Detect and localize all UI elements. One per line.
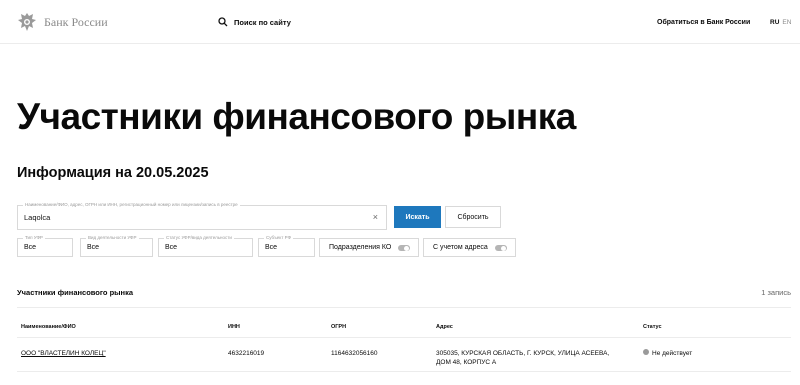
column-header-inn: ИНН <box>228 324 240 330</box>
contact-bank-link[interactable]: Обратиться в Банк России <box>657 19 750 26</box>
column-header-ogrn: ОГРН <box>331 324 347 330</box>
row-address-line2: ДОМ 48, КОРПУС А <box>436 359 497 366</box>
double-headed-eagle-icon <box>18 13 36 31</box>
filter-status-select[interactable]: Статус УФР/вида деятельности Все <box>158 235 253 257</box>
toggle-branches-label: Подразделения КО <box>329 244 392 251</box>
filter-status-value: Все <box>165 244 178 251</box>
search-button[interactable]: Искать <box>394 206 441 228</box>
filter-activity-value: Все <box>87 244 100 251</box>
site-search-label: Поиск по сайту <box>234 17 291 27</box>
site-header: Банк России Поиск по сайту Обратиться в … <box>0 0 800 44</box>
divider <box>17 371 791 372</box>
toggle-branches-switch[interactable] <box>398 245 410 251</box>
filter-region-value: Все <box>265 244 278 251</box>
divider <box>17 337 791 338</box>
row-ogrn: 1164632056160 <box>331 350 378 357</box>
info-date: Информация на 20.05.2025 <box>17 165 209 181</box>
column-header-status: Статус <box>643 324 662 330</box>
filter-region-select[interactable]: Субъект РФ Все <box>258 235 315 257</box>
divider <box>17 307 791 308</box>
toggle-branches[interactable]: Подразделения КО <box>319 238 419 257</box>
filter-activity-label: Вид деятельности УФР <box>86 235 139 240</box>
status-inactive-icon <box>643 349 649 356</box>
row-inn: 4632216019 <box>228 350 265 357</box>
row-address: 305035, КУРСКАЯ ОБЛАСТЬ, Г. КУРСК, УЛИЦА… <box>436 349 609 367</box>
lang-ru[interactable]: RU <box>770 19 779 26</box>
row-status-label: Не действует <box>652 350 693 357</box>
filter-activity-select[interactable]: Вид деятельности УФР Все <box>80 235 153 257</box>
search-icon <box>218 17 228 27</box>
results-section-title: Участники финансового рынка <box>17 288 134 297</box>
column-header-address: Адрес <box>436 324 453 330</box>
row-name-link[interactable]: ООО "ВЛАСТЕЛИН КОЛЕЦ" <box>21 349 106 358</box>
row-address-line1: 305035, КУРСКАЯ ОБЛАСТЬ, Г. КУРСК, УЛИЦА… <box>436 350 610 357</box>
search-input[interactable]: Наименование/ФИО, адрес, ОГРН или ИНН, р… <box>17 202 387 230</box>
filter-status-label: Статус УФР/вида деятельности <box>164 235 234 240</box>
clear-icon[interactable]: × <box>373 212 378 222</box>
filter-type-value: Все <box>24 244 37 251</box>
page-title: Участники финансового рынка <box>17 96 576 137</box>
reset-button[interactable]: Сбросить <box>445 206 501 228</box>
results-count: 1 запись <box>761 288 791 297</box>
row-status: Не действует <box>643 349 692 358</box>
filter-region-label: Субъект РФ <box>264 235 293 240</box>
toggle-address-switch[interactable] <box>495 245 507 251</box>
lang-en[interactable]: EN <box>782 19 791 26</box>
filter-type-label: Тип УФР <box>23 235 45 240</box>
language-switcher: RU EN <box>770 19 791 26</box>
filter-type-select[interactable]: Тип УФР Все <box>17 235 73 257</box>
logo-text: Банк России <box>44 14 108 29</box>
column-header-name: Наименование/ФИО <box>21 324 76 330</box>
search-input-value: Laqolca <box>24 213 51 222</box>
toggle-address[interactable]: С учетом адреса <box>423 238 516 257</box>
search-input-label: Наименование/ФИО, адрес, ОГРН или ИНН, р… <box>23 202 240 207</box>
bank-logo[interactable]: Банк России <box>17 11 108 33</box>
site-search-button[interactable]: Поиск по сайту <box>218 17 291 27</box>
toggle-address-label: С учетом адреса <box>433 244 488 251</box>
